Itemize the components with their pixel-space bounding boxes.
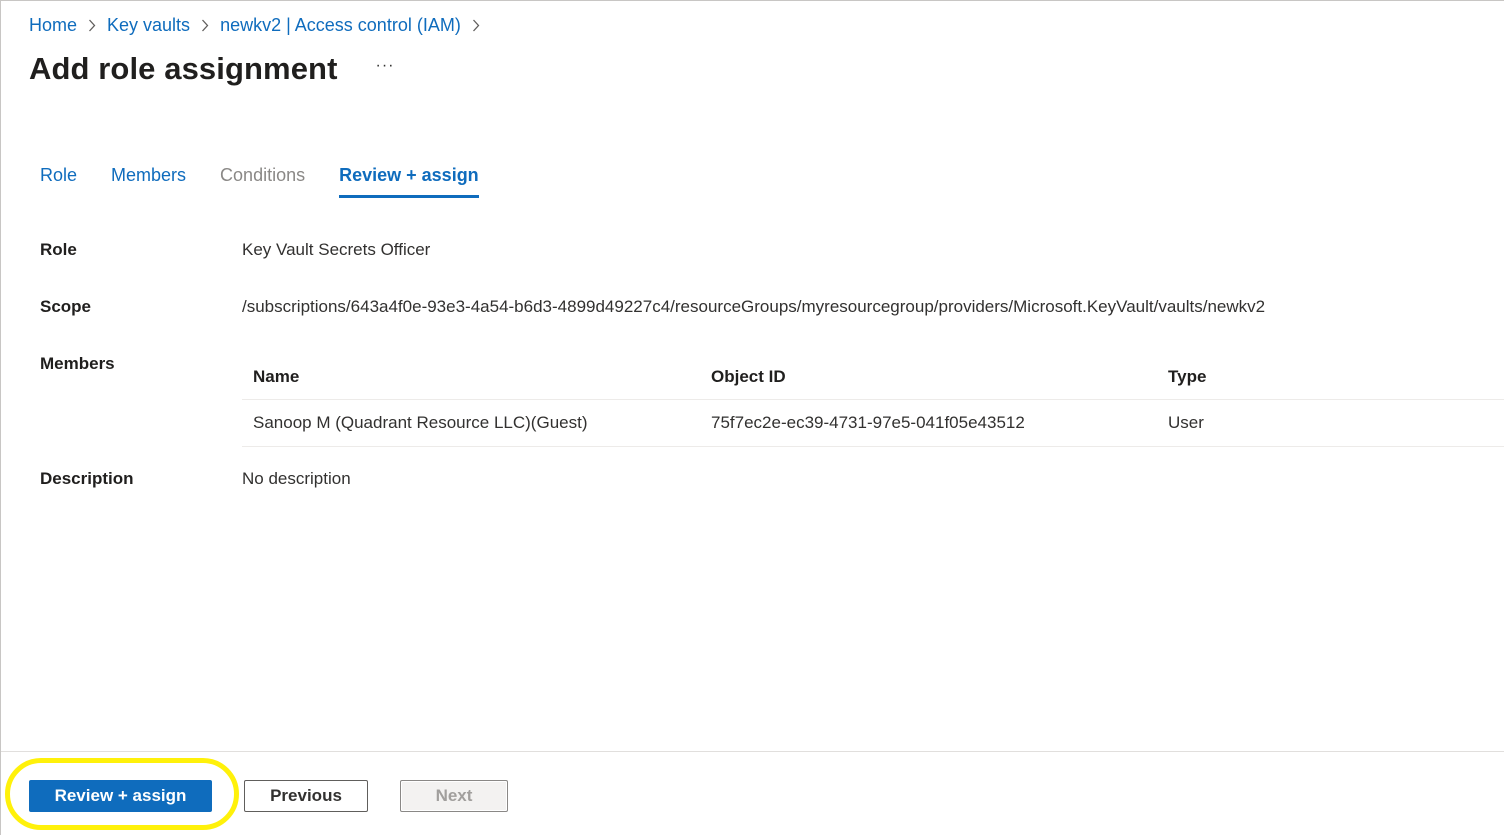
member-name: Sanoop M (Quadrant Resource LLC)(Guest) xyxy=(242,399,700,447)
footer-bar: Review + assign Previous Next xyxy=(1,751,1504,836)
tab-members[interactable]: Members xyxy=(111,165,186,198)
next-button: Next xyxy=(400,780,508,812)
page-title: Add role assignment xyxy=(29,51,338,86)
member-object-id: 75f7ec2e-ec39-4731-97e5-041f05e43512 xyxy=(700,399,1157,447)
description-label: Description xyxy=(40,469,134,488)
member-type: User xyxy=(1157,399,1504,447)
table-row: Sanoop M (Quadrant Resource LLC)(Guest) … xyxy=(242,399,1504,447)
column-header-object-id: Object ID xyxy=(700,355,1157,400)
add-role-assignment-page: Home Key vaults newkv2 | Access control … xyxy=(0,0,1504,835)
breadcrumb-home[interactable]: Home xyxy=(29,15,77,36)
breadcrumb-access-control[interactable]: newkv2 | Access control (IAM) xyxy=(220,15,461,36)
previous-button[interactable]: Previous xyxy=(244,780,368,812)
chevron-right-icon xyxy=(190,15,220,36)
chevron-right-icon xyxy=(77,15,107,36)
review-assign-button[interactable]: Review + assign xyxy=(29,780,212,812)
description-value: No description xyxy=(242,469,351,488)
members-table: Name Object ID Type Sanoop M (Quadrant R… xyxy=(242,355,1504,447)
scope-value: /subscriptions/643a4f0e-93e3-4a54-b6d3-4… xyxy=(242,297,1266,316)
table-header-row: Name Object ID Type xyxy=(242,355,1504,400)
role-value: Key Vault Secrets Officer xyxy=(242,240,431,259)
tab-role[interactable]: Role xyxy=(40,165,77,198)
more-options-button[interactable]: ··· xyxy=(372,55,399,77)
tab-conditions: Conditions xyxy=(220,165,306,185)
tab-review-assign[interactable]: Review + assign xyxy=(339,165,479,198)
role-label: Role xyxy=(40,240,77,259)
column-header-name: Name xyxy=(242,355,700,400)
breadcrumb-key-vaults[interactable]: Key vaults xyxy=(107,15,190,36)
chevron-right-icon xyxy=(461,15,491,36)
members-label: Members xyxy=(40,354,115,373)
title-row: Add role assignment ··· xyxy=(29,51,399,87)
column-header-type: Type xyxy=(1157,355,1504,400)
scope-label: Scope xyxy=(40,297,92,316)
wizard-tabs: Role Members Conditions Review + assign xyxy=(40,165,513,198)
breadcrumb: Home Key vaults newkv2 | Access control … xyxy=(29,15,491,36)
